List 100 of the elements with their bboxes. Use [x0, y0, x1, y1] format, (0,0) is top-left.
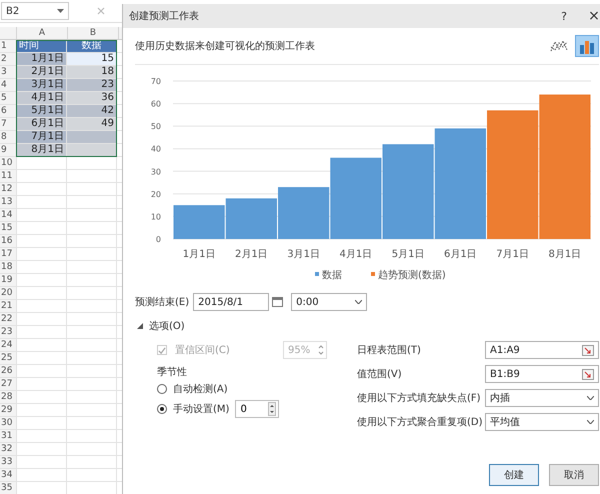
row-number[interactable]: 15 — [0, 222, 16, 234]
field-label: 日程表范围(T) — [357, 344, 422, 357]
row-number[interactable]: 26 — [0, 365, 16, 377]
spin-field[interactable]: 0 — [235, 400, 280, 418]
row-number[interactable]: 34 — [0, 469, 16, 481]
row-number[interactable]: 1 — [0, 40, 16, 52]
row-number[interactable]: 33 — [0, 456, 16, 468]
close-button[interactable]: × — [579, 5, 600, 27]
row-number[interactable]: 22 — [0, 313, 16, 325]
field-label: 预测结束(E) — [135, 296, 190, 309]
table-cell: 15 — [66, 53, 116, 65]
legend-label: 趋势预测(数据) — [378, 270, 446, 281]
radio-label: 自动检测(A) — [173, 382, 228, 396]
table-cell: 5月1日 — [16, 105, 66, 117]
row-number[interactable]: 35 — [0, 482, 16, 494]
row-number[interactable]: 32 — [0, 443, 16, 455]
row-number[interactable]: 19 — [0, 274, 16, 286]
radio-label: 手动设置(M) — [173, 402, 230, 416]
axis-tick-label: 50 — [150, 122, 161, 132]
range-select-icon[interactable] — [582, 344, 594, 356]
chevron-down-icon[interactable] — [587, 420, 594, 424]
dialog-button[interactable]: 取消 — [549, 464, 599, 486]
row-number[interactable]: 8 — [0, 131, 16, 143]
options-expander[interactable]: 选项(O) — [135, 319, 185, 333]
row-number[interactable]: 23 — [0, 326, 16, 338]
radio-button[interactable] — [157, 404, 167, 414]
row-number[interactable]: 13 — [0, 196, 16, 208]
table-cell: 8月1日 — [16, 144, 66, 156]
checkbox-label: 置信区间(C) — [175, 344, 231, 357]
axis-tick-label: 8月1日 — [548, 249, 582, 260]
time-dropdown[interactable]: 0:00 — [291, 293, 368, 311]
axis-tick-label: 10 — [150, 212, 161, 222]
row-number[interactable]: 10 — [0, 157, 16, 169]
table-cell: 18 — [66, 66, 116, 78]
range-field[interactable]: A1:A9 — [485, 341, 599, 359]
field-label: 使用以下方式聚合重复项(D) — [357, 416, 484, 429]
axis-tick-label: 40 — [150, 144, 161, 154]
table-cell: 36 — [66, 92, 116, 104]
dropdown[interactable]: 内插 — [485, 389, 599, 407]
caret-icon — [57, 9, 64, 13]
axis-tick-label: 60 — [150, 100, 161, 109]
row-number[interactable]: 16 — [0, 235, 16, 247]
row-number[interactable]: 7 — [0, 118, 16, 130]
table-cell: 7月1日 — [16, 131, 66, 143]
field-label: 使用以下方式填充缺失点(F) — [357, 392, 482, 405]
row-number[interactable]: 25 — [0, 352, 16, 364]
axis-tick-label: 70 — [150, 77, 161, 86]
date-field[interactable]: 2015/8/1 — [193, 293, 270, 311]
row-number[interactable]: 14 — [0, 209, 16, 221]
table-cell: 4月1日 — [16, 92, 66, 104]
axis-tick-label: 30 — [150, 167, 161, 176]
row-number[interactable]: 31 — [0, 430, 16, 442]
dialog-button[interactable]: 创建 — [489, 464, 539, 486]
row-number[interactable]: 5 — [0, 92, 16, 104]
row-number[interactable]: 30 — [0, 417, 16, 429]
row-number[interactable]: 17 — [0, 248, 16, 260]
window-title: 创建预测工作表 — [129, 10, 200, 23]
row-number[interactable]: 3 — [0, 66, 16, 78]
section-label: 季节性 — [157, 366, 188, 379]
row-number[interactable]: 28 — [0, 391, 16, 403]
row-number[interactable]: 29 — [0, 404, 16, 416]
help-button[interactable]: ? — [549, 5, 579, 27]
column-header[interactable]: A — [16, 27, 67, 39]
radio-button[interactable] — [157, 384, 167, 394]
row-number[interactable]: 4 — [0, 79, 16, 91]
range-select-icon[interactable] — [582, 368, 594, 380]
field-label: 值范围(V) — [357, 368, 403, 381]
spin-arrows-icon[interactable] — [268, 402, 276, 416]
dropdown[interactable]: 平均值 — [485, 413, 599, 431]
row-number[interactable]: 12 — [0, 183, 16, 195]
name-box[interactable]: B2 — [1, 2, 69, 20]
axis-tick-label: 0 — [156, 235, 161, 244]
table-cell: 2月1日 — [16, 66, 66, 78]
row-number[interactable]: 6 — [0, 105, 16, 117]
triangle-icon — [137, 323, 143, 329]
table-cell: 23 — [66, 79, 116, 91]
row-number[interactable]: 18 — [0, 261, 16, 273]
column-header[interactable]: B — [67, 27, 118, 39]
axis-tick-label: 20 — [150, 190, 161, 199]
chevron-down-icon[interactable] — [587, 396, 594, 400]
column-chart-icon[interactable] — [575, 35, 599, 57]
axis-tick-label: 2月1日 — [235, 249, 268, 260]
row-number[interactable]: 11 — [0, 170, 16, 182]
table-cell: 49 — [66, 118, 116, 130]
axis-tick-label: 3月1日 — [287, 249, 320, 260]
row-number[interactable]: 27 — [0, 378, 16, 390]
description: 使用历史数据来创建可视化的预测工作表 — [135, 40, 315, 53]
chevron-down-icon[interactable] — [355, 300, 362, 304]
row-number[interactable]: 24 — [0, 339, 16, 351]
axis-tick-label: 4月1日 — [340, 249, 372, 260]
row-number[interactable]: 9 — [0, 144, 16, 156]
table-cell: 1月1日 — [16, 53, 66, 65]
range-field[interactable]: B1:B9 — [485, 365, 599, 383]
axis-tick-label: 5月1日 — [392, 249, 424, 260]
row-number[interactable]: 2 — [0, 53, 16, 65]
legend-label: 数据 — [322, 270, 342, 281]
axis-tick-label: 7月1日 — [496, 249, 529, 260]
row-number[interactable]: 20 — [0, 287, 16, 299]
row-number[interactable]: 21 — [0, 300, 16, 312]
table-cell: 3月1日 — [16, 79, 66, 91]
